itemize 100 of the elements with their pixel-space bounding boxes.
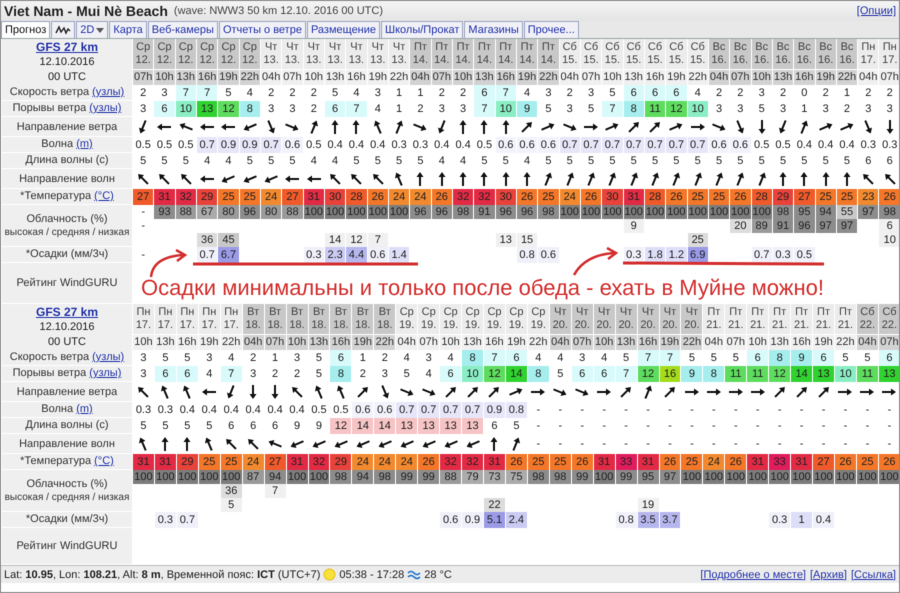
forecast-cell: 1.4: [388, 247, 410, 263]
hour-header: 16h: [330, 334, 352, 350]
forecast-cell: 99: [572, 470, 593, 484]
forecast-cell: 0.8: [616, 512, 637, 528]
day-header: Ср 19.: [440, 304, 462, 334]
forecast-cell-text: 1: [271, 350, 280, 366]
forecast-cell: 7: [474, 101, 495, 117]
forecast-cell: 0.8: [516, 247, 538, 263]
forecast-cell: 100: [560, 205, 580, 219]
forecast-cell: 26: [725, 454, 746, 470]
hour-header: 10h: [747, 334, 768, 350]
forecast-cell-text: 2: [267, 86, 276, 100]
tab[interactable]: Размещение: [306, 21, 380, 38]
forecast-cell: 100: [176, 470, 198, 484]
forecast-cell-text: 6: [864, 154, 872, 168]
hour-header: 19h: [666, 69, 687, 85]
forecast-cell-text: -: [820, 402, 826, 418]
forecast-cell-text: 4: [331, 154, 340, 168]
tab[interactable]: Прогноз: [1, 21, 50, 38]
tab[interactable]: Веб-камеры: [148, 21, 218, 38]
forecast-cell-text: 2: [736, 86, 744, 100]
forecast-cell: 0.7: [196, 247, 218, 263]
unit-link[interactable]: (°C): [94, 190, 114, 202]
forecast-cell: 25: [218, 189, 239, 205]
forecast-cell: 0.7: [602, 137, 623, 153]
forecast-cell: 24: [260, 189, 282, 205]
forecast-cell-text: -: [623, 418, 629, 434]
tab[interactable]: Школы/Прокат: [381, 21, 464, 38]
day-header: Ср 12.: [240, 39, 260, 69]
forecast-cell: 24: [396, 454, 418, 470]
forecast-cell-text: 4: [523, 154, 532, 168]
forecast-cell: 12: [346, 233, 367, 247]
forecast-cell-text: -: [645, 418, 651, 434]
forecast-cell-text: 5: [842, 154, 852, 168]
forecast-cell: 7: [196, 85, 218, 101]
unit-link[interactable]: (узлы): [92, 86, 124, 98]
unit-link[interactable]: (m): [76, 403, 93, 415]
forecast-cell: 10: [496, 101, 516, 117]
day-header: Чт 13.: [368, 39, 388, 69]
unit-link[interactable]: (узлы): [92, 351, 124, 363]
forecast-cell-text: 3: [566, 102, 574, 116]
unit-link[interactable]: (°C): [94, 455, 114, 467]
tab[interactable]: Отчеты о ветре: [218, 21, 306, 38]
forecast-cell: 26: [730, 189, 751, 205]
unit-link[interactable]: (m): [76, 138, 93, 150]
hour-header: 07h: [432, 69, 452, 85]
forecast-cell: 7: [638, 350, 658, 366]
forecast-cell-text: 0.4: [326, 138, 344, 152]
model-link[interactable]: GFS 27 km: [2, 304, 132, 320]
water-temperature: 28 °C: [424, 568, 452, 580]
view-dropdown[interactable]: 2D: [76, 21, 108, 38]
options-link[interactable]: [Опции]: [856, 5, 896, 17]
hour-header: 13h: [474, 69, 495, 85]
tab[interactable]: [51, 21, 76, 38]
forecast-cell-text: 6: [490, 418, 499, 434]
day-header: Пн 17.: [858, 39, 878, 69]
forecast-cell-text: 5: [246, 154, 254, 168]
model-link[interactable]: GFS 27 km: [2, 40, 132, 54]
forecast-cell-text: 5: [556, 366, 564, 382]
forecast-cell-text: 4: [446, 350, 455, 366]
forecast-cell: 99: [616, 470, 637, 484]
footer-link[interactable]: [Архив]: [810, 568, 847, 580]
forecast-cell: 14: [324, 233, 346, 247]
forecast-cell-text: 5: [694, 154, 702, 168]
forecast-cell-text: -: [140, 248, 146, 262]
footer-link[interactable]: [Подробнее о месте]: [700, 568, 806, 580]
forecast-cell: 2.4: [506, 512, 527, 528]
day-header: Чт 20.: [550, 304, 571, 334]
forecast-cell: 100: [752, 205, 772, 219]
forecast-cell-text: 5: [586, 102, 596, 116]
day-header: Пт 21.: [813, 304, 834, 334]
forecast-cell: 94: [264, 470, 286, 484]
hour-header: 22h: [836, 69, 858, 85]
forecast-cell: 6: [813, 350, 834, 366]
forecast-cell-text: 4: [203, 154, 212, 168]
forecast-cell-text: 5: [672, 154, 680, 168]
day-header: Ср 19.: [418, 304, 440, 334]
unit-link[interactable]: (узлы): [89, 102, 122, 114]
forecast-cell-text: -: [864, 437, 870, 452]
footer-link[interactable]: [Ссылка]: [850, 568, 896, 580]
model-run: 00 UTC: [47, 334, 87, 350]
forecast-cell: 27: [813, 454, 834, 470]
forecast-cell-text: 2: [416, 102, 424, 116]
forecast-cell: 9: [791, 350, 812, 366]
row-sublabel: высокая / средняя / низкая: [4, 226, 130, 240]
forecast-cell-text: -: [820, 437, 826, 452]
tab[interactable]: Прочее...: [524, 21, 579, 38]
hour-header: 10h: [154, 69, 175, 85]
forecast-cell-text: 1: [395, 102, 404, 116]
tab[interactable]: Магазины: [464, 21, 523, 38]
forecast-cell: 0.6: [516, 137, 538, 153]
handwritten-arrow: [572, 246, 618, 276]
forecast-cell: 3.5: [638, 512, 658, 528]
day-header: Чт 13.: [346, 39, 367, 69]
forecast-cell-text: 5: [736, 154, 744, 168]
forecast-cell-text: 5: [331, 86, 340, 100]
forecast-cell: 3.7: [660, 512, 680, 528]
tab[interactable]: Карта: [109, 21, 147, 38]
unit-link[interactable]: (узлы): [89, 367, 122, 379]
row-label: Порывы ветра: [12, 367, 86, 379]
